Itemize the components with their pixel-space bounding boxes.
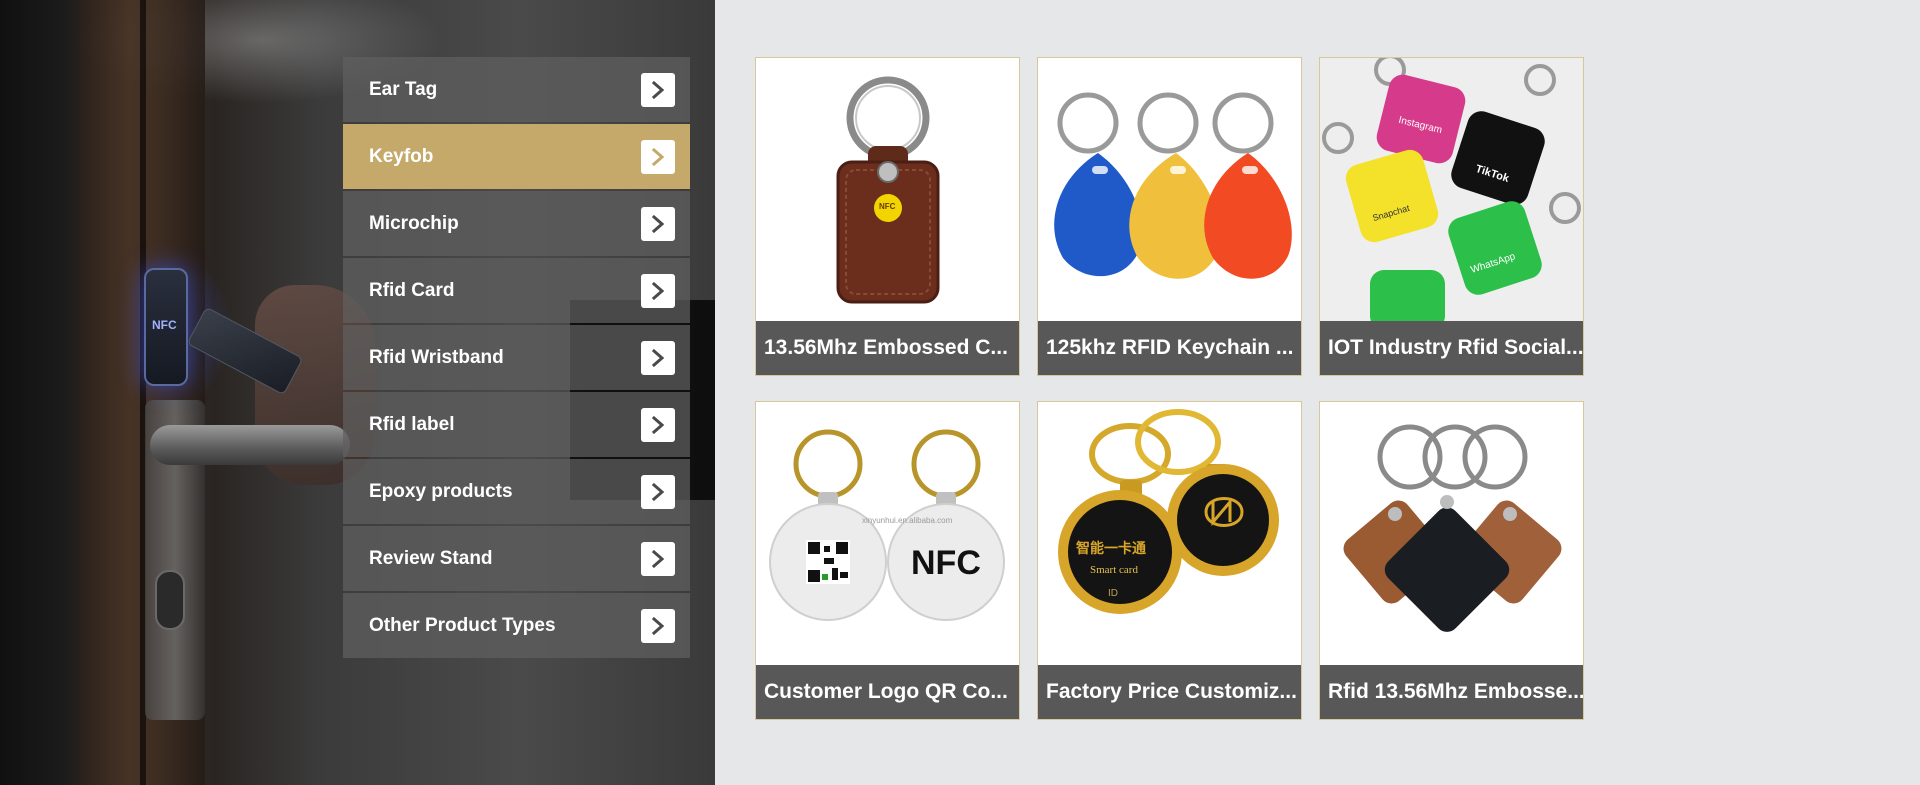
menu-item-rfid-label[interactable]: Rfid label <box>343 392 690 457</box>
menu-item-epoxy-products[interactable]: Epoxy products <box>343 459 690 524</box>
nfc-tag-text: NFC <box>911 544 981 582</box>
category-menu: Ear Tag Keyfob Microchip Rfid Card Rfid … <box>343 57 690 660</box>
chinese-label: 智能一卡通 <box>1076 540 1146 556</box>
menu-item-label: Other Product Types <box>369 614 556 636</box>
watermark-text: xinyunhui.en.alibaba.com <box>862 516 953 525</box>
product-title: 13.56Mhz Embossed C... <box>756 321 1019 375</box>
menu-item-label: Epoxy products <box>369 480 513 502</box>
product-card[interactable]: NFC xinyunhui.en.alibaba.com Customer Lo… <box>755 401 1020 720</box>
door-handle <box>150 425 350 465</box>
menu-item-keyfob[interactable]: Keyfob <box>343 124 690 189</box>
menu-item-label: Review Stand <box>369 547 493 569</box>
product-card[interactable]: 125khz RFID Keychain ... <box>1037 57 1302 376</box>
nfc-reader-label: NFC <box>152 318 177 332</box>
chevron-right-icon[interactable] <box>641 474 675 509</box>
chevron-right-icon[interactable] <box>641 541 675 576</box>
product-card[interactable]: Rfid 13.56Mhz Embosse... <box>1319 401 1584 720</box>
menu-item-label: Rfid Wristband <box>369 346 504 368</box>
menu-item-label: Ear Tag <box>369 78 438 100</box>
chevron-right-icon[interactable] <box>641 407 675 442</box>
chevron-right-icon[interactable] <box>641 72 675 107</box>
product-image-social-media-keychains: Instagram TikTok Snapchat WhatsApp <box>1320 58 1583 321</box>
menu-item-ear-tag[interactable]: Ear Tag <box>343 57 690 122</box>
menu-item-label: Rfid label <box>369 413 455 435</box>
nfc-badge: NFC <box>879 202 896 211</box>
product-image-leather-keyfobs <box>1320 402 1583 665</box>
chevron-right-icon[interactable] <box>641 139 675 174</box>
chevron-right-icon[interactable] <box>641 273 675 308</box>
menu-item-label: Rfid Card <box>369 279 455 301</box>
product-image-leather-nfc-keyfob: NFC <box>756 58 1019 321</box>
menu-item-other-product-types[interactable]: Other Product Types <box>343 593 690 658</box>
product-image-epoxy-qr-tags: NFC xinyunhui.en.alibaba.com <box>756 402 1019 665</box>
page: NFC Ear Tag Keyfob Microchip Rfid Card R… <box>0 0 1920 785</box>
product-card[interactable]: Instagram TikTok Snapchat WhatsApp IOT I… <box>1319 57 1584 376</box>
product-title: 125khz RFID Keychain ... <box>1038 321 1301 375</box>
product-card[interactable]: 智能一卡通 Smart card ID Factory Price Custom… <box>1037 401 1302 720</box>
menu-item-rfid-card[interactable]: Rfid Card <box>343 258 690 323</box>
chevron-right-icon[interactable] <box>641 206 675 241</box>
menu-item-microchip[interactable]: Microchip <box>343 191 690 256</box>
product-image-gold-nfc-keychains: 智能一卡通 Smart card ID <box>1038 402 1301 665</box>
id-label: ID <box>1108 588 1118 599</box>
chevron-right-icon[interactable] <box>641 608 675 643</box>
menu-item-label: Microchip <box>369 212 459 234</box>
menu-item-label: Keyfob <box>369 145 434 167</box>
product-image-teardrop-keyfobs <box>1038 58 1301 321</box>
product-title: Factory Price Customiz... <box>1038 665 1301 719</box>
menu-item-rfid-wristband[interactable]: Rfid Wristband <box>343 325 690 390</box>
smart-card-label: Smart card <box>1090 564 1138 576</box>
product-title: Rfid 13.56Mhz Embosse... <box>1320 665 1583 719</box>
menu-item-review-stand[interactable]: Review Stand <box>343 526 690 591</box>
product-title: Customer Logo QR Co... <box>756 665 1019 719</box>
product-title: IOT Industry Rfid Social... <box>1320 321 1583 375</box>
lock-cylinder <box>155 570 185 630</box>
product-card[interactable]: NFC 13.56Mhz Embossed C... <box>755 57 1020 376</box>
chevron-right-icon[interactable] <box>641 340 675 375</box>
